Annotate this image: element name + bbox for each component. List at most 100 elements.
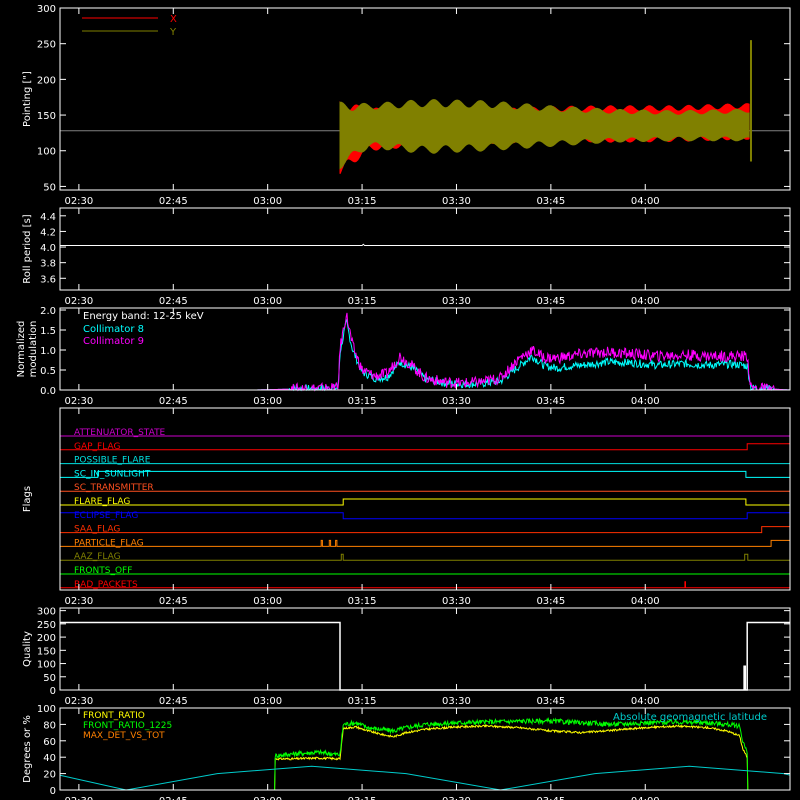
x-tick-label: 03:15: [348, 296, 377, 307]
x-tick-label: 02:30: [64, 796, 93, 800]
x-tick-label: 03:30: [442, 296, 471, 307]
x-tick-label: 03:30: [442, 196, 471, 207]
x-tick-label: 02:30: [64, 596, 93, 607]
y-tick-label: 0.5: [40, 366, 56, 377]
y-axis-label: Pointing ["]: [22, 71, 33, 127]
y-tick-label: 0.0: [40, 386, 56, 397]
y-tick-label: 60: [43, 737, 56, 748]
y-tick-label: 3.8: [40, 259, 56, 270]
x-tick-label: 02:45: [159, 196, 188, 207]
y-axis-label: Normalized: [16, 321, 27, 378]
energy-band-label: Energy band: 12-25 keV: [83, 311, 204, 322]
x-tick-label: 03:30: [442, 596, 471, 607]
y-tick-label: 200: [37, 75, 56, 86]
x-tick-label: 03:45: [536, 796, 565, 800]
flag-label-sc-in-sunlight: SC_IN_SUNLIGHT: [74, 469, 151, 479]
x-tick-label: 02:30: [64, 196, 93, 207]
y-axis-label: Roll period [s]: [22, 214, 33, 283]
x-tick-label: 03:45: [536, 196, 565, 207]
y-tick-label: 4.2: [40, 227, 56, 238]
x-tick-label: 03:00: [253, 796, 282, 800]
x-tick-label: 03:00: [253, 396, 282, 407]
legend-label-y: Y: [169, 27, 177, 38]
legend-label-front-ratio-1225: FRONT_RATIO_1225: [83, 721, 172, 731]
x-tick-label: 03:30: [442, 796, 471, 800]
y-tick-label: 4.4: [40, 212, 56, 223]
x-tick-label: 03:45: [536, 696, 565, 707]
y-tick-label: 250: [37, 40, 56, 51]
y-tick-label: 100: [37, 704, 56, 715]
y-tick-label: 4.0: [40, 243, 56, 254]
y-tick-label: 20: [43, 770, 56, 781]
y-tick-label: 100: [37, 660, 56, 671]
y-tick-label: 150: [37, 111, 56, 122]
x-tick-label: 03:30: [442, 696, 471, 707]
x-tick-label: 03:15: [348, 796, 377, 800]
x-tick-label: 03:00: [253, 196, 282, 207]
y-axis-label: Flags: [22, 486, 33, 512]
y-tick-label: 0: [50, 686, 56, 697]
y-tick-label: 300: [37, 607, 56, 618]
legend-label-collimator-8: Collimator 8: [83, 324, 144, 335]
y-tick-label: 2.0: [40, 306, 56, 317]
flag-label-attenuator-state: ATTENUATOR_STATE: [74, 428, 166, 438]
y-tick-label: 3.6: [40, 274, 56, 285]
geomagnetic-latitude-label: Absolute geomagnetic latitude: [613, 712, 767, 723]
x-tick-label: 03:15: [348, 696, 377, 707]
x-tick-label: 04:00: [631, 396, 660, 407]
x-tick-label: 03:45: [536, 396, 565, 407]
x-tick-label: 03:15: [348, 196, 377, 207]
x-tick-label: 04:00: [631, 796, 660, 800]
y-tick-label: 250: [37, 620, 56, 631]
legend-label-x: X: [170, 14, 177, 25]
x-tick-label: 02:45: [159, 696, 188, 707]
flag-label-possible-flare: POSSIBLE_FLARE: [74, 456, 151, 466]
x-tick-label: 02:45: [159, 296, 188, 307]
flag-label-flare-flag: FLARE_FLAG: [74, 497, 130, 507]
x-tick-label: 02:30: [64, 696, 93, 707]
x-tick-label: 03:30: [442, 396, 471, 407]
legend-label-collimator-9: Collimator 9: [83, 336, 144, 347]
y-tick-label: 1.0: [40, 346, 56, 357]
flag-label-fronts-off: FRONTS_OFF: [74, 566, 132, 576]
x-tick-label: 02:45: [159, 796, 188, 800]
y-tick-label: 50: [43, 673, 56, 684]
x-tick-label: 03:45: [536, 296, 565, 307]
y-tick-label: 300: [37, 4, 56, 15]
y-tick-label: 1.5: [40, 326, 56, 337]
x-tick-label: 03:15: [348, 396, 377, 407]
x-tick-label: 03:00: [253, 696, 282, 707]
x-tick-label: 03:00: [253, 596, 282, 607]
x-tick-label: 02:45: [159, 596, 188, 607]
y-tick-label: 0: [50, 786, 56, 797]
x-tick-label: 03:00: [253, 296, 282, 307]
flag-label-sc-transmitter: SC_TRANSMITTER: [74, 483, 154, 493]
x-tick-label: 04:00: [631, 296, 660, 307]
y-tick-label: 100: [37, 147, 56, 158]
x-tick-label: 02:45: [159, 396, 188, 407]
x-tick-label: 03:45: [536, 596, 565, 607]
flag-label-particle-flag: PARTICLE_FLAG: [74, 538, 144, 548]
x-tick-label: 03:15: [348, 596, 377, 607]
flag-label-eclipse-flag: ECLIPSE_FLAG: [74, 511, 138, 521]
y-tick-label: 40: [43, 753, 56, 764]
flag-label-saa-flag: SAA_FLAG: [74, 525, 120, 535]
legend-label-front-ratio: FRONT_RATIO: [83, 711, 145, 721]
x-tick-label: 04:00: [631, 196, 660, 207]
x-tick-label: 02:30: [64, 396, 93, 407]
chart-canvas: 02:30 02:45 03:00 03:15 03:30 03:45 04:00 Point…: [0, 0, 800, 800]
y-axis-label: modulation: [28, 321, 39, 378]
x-tick-label: 04:00: [631, 596, 660, 607]
y-tick-label: 200: [37, 633, 56, 644]
y-axis-label: Degrees or %: [22, 715, 33, 783]
y-tick-label: 150: [37, 646, 56, 657]
legend-label-max-det-vs-tot: MAX_DET_VS_TOT: [83, 731, 165, 741]
y-tick-label: 80: [43, 720, 56, 731]
flag-label-aaz-flag: AAZ_FLAG: [74, 552, 121, 562]
x-tick-label: 04:00: [631, 696, 660, 707]
y-tick-label: 50: [43, 182, 56, 193]
flag-label-gap-flag: GAP_FLAG: [74, 442, 120, 452]
y-axis-label: Quality: [22, 631, 33, 667]
flag-label-bad-packets: BAD_PACKETS: [74, 580, 138, 590]
x-tick-label: 02:30: [64, 296, 93, 307]
